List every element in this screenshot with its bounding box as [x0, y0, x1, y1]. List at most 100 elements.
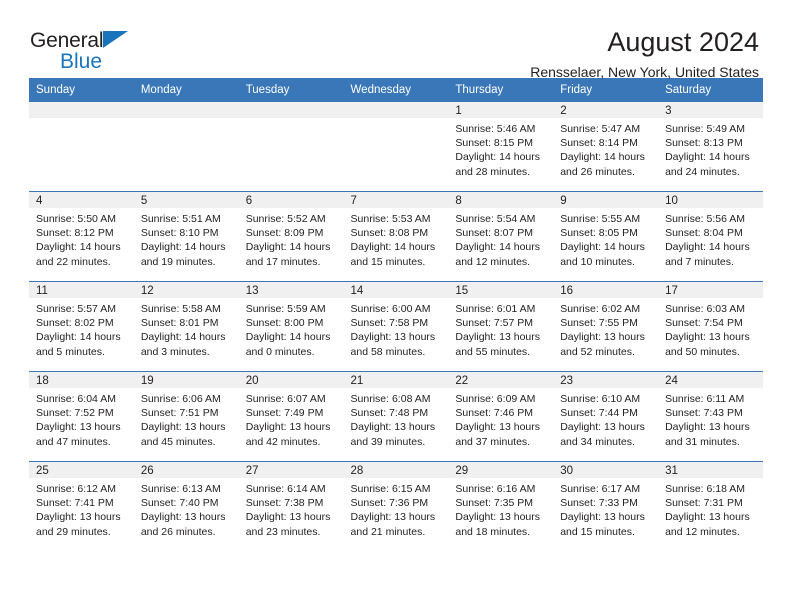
day-number: 23	[553, 372, 659, 388]
day-daylight-line: and 12 minutes.	[665, 525, 740, 538]
calendar-week-row: 18 Sunrise: 6:04 AM Sunset: 7:52 PM Dayligh…	[29, 371, 763, 462]
calendar-day-cell[interactable]: 28 Sunrise: 6:15 AM Sunset: 7:36 PM Dayligh…	[343, 461, 449, 551]
day-daylight-line: Daylight: 14 hours	[350, 241, 436, 254]
day-daylight-line: Daylight: 13 hours	[455, 331, 541, 344]
day-daylight-line: Daylight: 14 hours	[140, 331, 226, 344]
calendar-day-cell[interactable]: 20 Sunrise: 6:07 AM Sunset: 7:49 PM Dayligh…	[238, 371, 344, 462]
calendar-day-cell[interactable]: 29 Sunrise: 6:16 AM Sunset: 7:35 PM Dayligh…	[448, 461, 554, 551]
day-sunrise-line: Sunrise: 5:56 AM	[665, 213, 746, 225]
day-number: 1	[448, 102, 554, 118]
day-daylight-line: and 19 minutes.	[140, 255, 216, 268]
calendar-day-cell[interactable]: 15 Sunrise: 6:01 AM Sunset: 7:57 PM Dayligh…	[448, 281, 554, 372]
day-sunset-line: Sunset: 8:10 PM	[140, 227, 219, 240]
general-blue-logo[interactable]: General Blue	[30, 28, 150, 74]
day-number	[343, 102, 449, 118]
calendar-day-cell[interactable]: 3 Sunrise: 5:49 AM Sunset: 8:13 PM Daylight…	[658, 102, 763, 192]
calendar-day-cell[interactable]: 1 Sunrise: 5:46 AM Sunset: 8:15 PM Daylight…	[448, 102, 554, 192]
day-sunset-line: Sunset: 8:07 PM	[455, 227, 534, 240]
calendar-day-cell[interactable]: 14 Sunrise: 6:00 AM Sunset: 7:58 PM Dayligh…	[343, 281, 449, 372]
day-daylight-line: Daylight: 13 hours	[140, 421, 226, 434]
day-sunrise-line: Sunrise: 6:11 AM	[665, 393, 745, 405]
day-number: 12	[133, 282, 239, 298]
day-daylight-line: Daylight: 14 hours	[455, 241, 541, 254]
calendar-day-cell[interactable]: 13 Sunrise: 5:59 AM Sunset: 8:00 PM Dayligh…	[238, 281, 344, 372]
calendar-day-cell[interactable]: 4 Sunrise: 5:50 AM Sunset: 8:12 PM Daylight…	[29, 191, 134, 282]
day-details: Sunrise: 5:59 AM Sunset: 8:00 PM Daylight:…	[239, 298, 344, 359]
day-daylight-line: and 58 minutes.	[350, 345, 426, 358]
day-daylight-line: Daylight: 13 hours	[455, 511, 541, 524]
calendar-day-cell[interactable]: 24 Sunrise: 6:11 AM Sunset: 7:43 PM Dayligh…	[658, 371, 763, 462]
day-sunset-line: Sunset: 7:31 PM	[665, 497, 743, 510]
logo-text-general: General	[30, 29, 104, 52]
calendar-day-cell[interactable]: 2 Sunrise: 5:47 AM Sunset: 8:14 PM Daylight…	[553, 102, 659, 192]
day-daylight-line: and 5 minutes.	[36, 345, 105, 358]
weekday-header-thursday: Thursday	[448, 78, 554, 102]
calendar-day-cell[interactable]: 16 Sunrise: 6:02 AM Sunset: 7:55 PM Dayligh…	[553, 281, 659, 372]
calendar-day-cell[interactable]: 7 Sunrise: 5:53 AM Sunset: 8:08 PM Daylight…	[343, 191, 449, 282]
day-sunset-line: Sunset: 8:01 PM	[140, 317, 219, 330]
day-details: Sunrise: 5:56 AM Sunset: 8:04 PM Daylight:…	[658, 208, 763, 269]
day-sunset-line: Sunset: 8:04 PM	[665, 227, 743, 240]
day-number: 27	[238, 462, 344, 478]
day-number: 21	[343, 372, 449, 388]
calendar-day-cell[interactable]: 11 Sunrise: 5:57 AM Sunset: 8:02 PM Dayligh…	[29, 281, 134, 372]
day-sunrise-line: Sunrise: 6:09 AM	[455, 393, 536, 405]
day-sunset-line: Sunset: 7:57 PM	[455, 317, 534, 330]
day-sunrise-line: Sunrise: 5:58 AM	[140, 303, 221, 315]
day-sunset-line: Sunset: 7:43 PM	[665, 407, 743, 420]
day-sunrise-line: Sunrise: 6:06 AM	[140, 393, 221, 405]
day-number	[29, 102, 134, 118]
day-number: 31	[658, 462, 763, 478]
day-sunrise-line: Sunrise: 5:54 AM	[455, 213, 536, 225]
day-sunrise-line: Sunrise: 6:17 AM	[560, 483, 641, 495]
day-sunrise-line: Sunrise: 5:52 AM	[245, 213, 326, 225]
calendar-day-cell[interactable]: 5 Sunrise: 5:51 AM Sunset: 8:10 PM Daylight…	[133, 191, 239, 282]
calendar-day-cell[interactable]: 31 Sunrise: 6:18 AM Sunset: 7:31 PM Dayligh…	[658, 461, 763, 551]
calendar-day-cell[interactable]: 18 Sunrise: 6:04 AM Sunset: 7:52 PM Dayligh…	[29, 371, 134, 462]
calendar-day-cell[interactable]: 6 Sunrise: 5:52 AM Sunset: 8:09 PM Daylight…	[238, 191, 344, 282]
day-sunset-line: Sunset: 7:35 PM	[455, 497, 534, 510]
day-daylight-line: Daylight: 13 hours	[350, 331, 436, 344]
calendar-day-cell[interactable]: 9 Sunrise: 5:55 AM Sunset: 8:05 PM Daylight…	[553, 191, 659, 282]
day-daylight-line: and 17 minutes.	[245, 255, 321, 268]
calendar-day-cell[interactable]: 26 Sunrise: 6:13 AM Sunset: 7:40 PM Dayligh…	[133, 461, 239, 551]
calendar-day-cell[interactable]: 25 Sunrise: 6:12 AM Sunset: 7:41 PM Dayligh…	[29, 461, 134, 551]
day-number: 3	[658, 102, 763, 118]
day-daylight-line: Daylight: 13 hours	[665, 421, 750, 434]
day-daylight-line: and 45 minutes.	[140, 435, 216, 448]
weekday-header-tuesday: Tuesday	[238, 78, 344, 102]
calendar-day-cell-empty	[238, 102, 344, 192]
calendar-day-cell[interactable]: 23 Sunrise: 6:10 AM Sunset: 7:44 PM Dayligh…	[553, 371, 659, 462]
calendar-day-cell[interactable]: 30 Sunrise: 6:17 AM Sunset: 7:33 PM Dayligh…	[553, 461, 659, 551]
day-daylight-line: and 50 minutes.	[665, 345, 740, 358]
calendar-day-cell[interactable]: 12 Sunrise: 5:58 AM Sunset: 8:01 PM Dayligh…	[133, 281, 239, 372]
calendar-day-cell[interactable]: 21 Sunrise: 6:08 AM Sunset: 7:48 PM Dayligh…	[343, 371, 449, 462]
day-details: Sunrise: 6:09 AM Sunset: 7:46 PM Daylight:…	[448, 388, 553, 449]
day-daylight-line: Daylight: 13 hours	[350, 421, 436, 434]
day-details: Sunrise: 5:47 AM Sunset: 8:14 PM Daylight:…	[553, 118, 658, 179]
day-daylight-line: Daylight: 13 hours	[245, 511, 331, 524]
day-details: Sunrise: 5:46 AM Sunset: 8:15 PM Daylight:…	[448, 118, 553, 179]
calendar-day-cell[interactable]: 17 Sunrise: 6:03 AM Sunset: 7:54 PM Dayligh…	[658, 281, 763, 372]
day-sunrise-line: Sunrise: 5:46 AM	[455, 123, 536, 135]
day-sunset-line: Sunset: 7:41 PM	[36, 497, 114, 510]
day-daylight-line: and 26 minutes.	[140, 525, 216, 538]
calendar-day-cell[interactable]: 27 Sunrise: 6:14 AM Sunset: 7:38 PM Dayligh…	[238, 461, 344, 551]
day-sunset-line: Sunset: 8:12 PM	[36, 227, 114, 240]
day-number: 7	[343, 192, 449, 208]
calendar-day-cell[interactable]: 10 Sunrise: 5:56 AM Sunset: 8:04 PM Dayligh…	[658, 191, 763, 282]
day-daylight-line: and 18 minutes.	[455, 525, 531, 538]
day-number: 16	[553, 282, 659, 298]
day-daylight-line: and 37 minutes.	[455, 435, 531, 448]
calendar-day-cell-empty	[29, 102, 134, 192]
day-sunset-line: Sunset: 8:05 PM	[560, 227, 638, 240]
calendar-day-cell[interactable]: 19 Sunrise: 6:06 AM Sunset: 7:51 PM Dayligh…	[133, 371, 239, 462]
day-number: 17	[658, 282, 763, 298]
calendar-day-cell[interactable]: 22 Sunrise: 6:09 AM Sunset: 7:46 PM Dayligh…	[448, 371, 554, 462]
day-number: 8	[448, 192, 554, 208]
calendar-day-cell[interactable]: 8 Sunrise: 5:54 AM Sunset: 8:07 PM Daylight…	[448, 191, 554, 282]
day-number: 30	[553, 462, 659, 478]
day-details: Sunrise: 5:51 AM Sunset: 8:10 PM Daylight:…	[134, 208, 239, 269]
day-sunrise-line: Sunrise: 5:57 AM	[36, 303, 116, 315]
day-daylight-line: Daylight: 13 hours	[245, 421, 331, 434]
